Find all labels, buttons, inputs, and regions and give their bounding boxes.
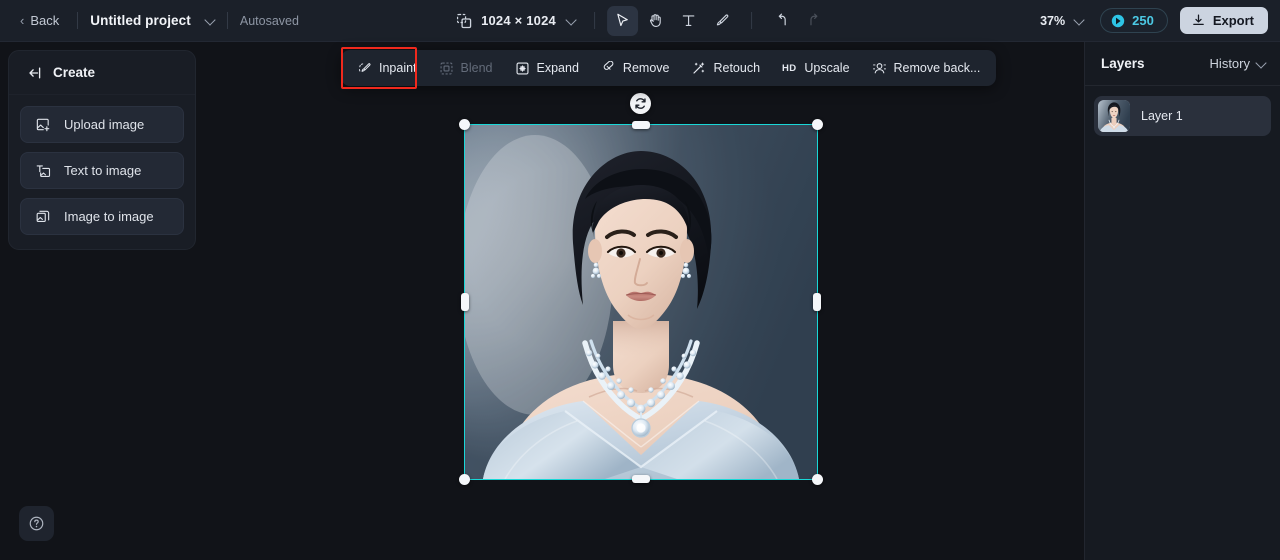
canvas-size-value: 1024 × 1024 — [481, 13, 556, 28]
text-tool-button[interactable] — [673, 6, 704, 36]
inpaint-brush-icon — [357, 61, 372, 76]
app-root: ‹ Back Untitled project Autosaved 1024 ×… — [0, 0, 1280, 560]
divider — [750, 12, 752, 29]
magic-wand-icon — [691, 61, 706, 76]
retouch-button[interactable]: Retouch — [680, 54, 771, 82]
layers-list: Layer 1 — [1085, 86, 1280, 146]
blend-icon — [439, 61, 454, 76]
back-button[interactable]: ‹ Back — [14, 9, 65, 32]
image-actions-toolbar: Inpaint Blend Expand Remove Retouch HD U… — [341, 50, 997, 86]
retouch-label: Retouch — [713, 61, 761, 75]
blend-button[interactable]: Blend — [428, 54, 504, 82]
project-name[interactable]: Untitled project — [90, 13, 191, 28]
remove-background-label: Remove back... — [893, 61, 981, 75]
resize-handle-bottom-right[interactable] — [812, 474, 823, 485]
upload-image-icon — [35, 117, 51, 133]
brush-tool-button[interactable] — [706, 6, 737, 36]
remove-background-icon — [872, 61, 887, 76]
eraser-icon — [601, 60, 616, 76]
resize-handle-top-left[interactable] — [459, 119, 470, 130]
export-label: Export — [1212, 13, 1254, 28]
blend-label: Blend — [460, 61, 493, 75]
credit-coin-icon — [1111, 14, 1125, 28]
resize-handle-left[interactable] — [461, 293, 469, 311]
inpaint-button[interactable]: Inpaint — [346, 54, 428, 82]
text-to-image-icon — [35, 163, 51, 179]
remove-label: Remove — [622, 61, 670, 75]
canvas-size-control[interactable]: 1024 × 1024 — [450, 9, 582, 33]
help-circle-icon — [28, 515, 45, 532]
layer-name: Layer 1 — [1141, 109, 1183, 123]
image-to-image-button[interactable]: Image to image — [20, 198, 184, 235]
chevron-down-icon — [1257, 59, 1266, 68]
image-to-image-icon — [35, 209, 51, 225]
collapse-left-icon[interactable] — [26, 65, 42, 81]
create-panel-title: Create — [53, 65, 96, 80]
resize-handle-top[interactable] — [632, 121, 650, 129]
help-button[interactable] — [19, 506, 54, 541]
image-selection-frame[interactable] — [459, 119, 823, 485]
create-panel: Create Upload image Text to image Image … — [8, 50, 196, 250]
project-menu-button[interactable] — [204, 16, 215, 25]
credits-amount: 250 — [1132, 13, 1154, 28]
history-label: History — [1209, 56, 1250, 71]
header-right-group: 37% 250 Export — [1036, 7, 1268, 34]
expand-label: Expand — [536, 61, 579, 75]
select-tool-button[interactable] — [606, 5, 638, 36]
canvas-image[interactable] — [465, 125, 817, 479]
layers-panel: Layers History Layer 1 — [1084, 42, 1280, 560]
resize-handle-bottom-left[interactable] — [459, 474, 470, 485]
zoom-level: 37% — [1040, 13, 1066, 28]
resize-handle-top-right[interactable] — [812, 119, 823, 130]
chevron-down-icon — [567, 16, 576, 25]
autosave-status: Autosaved — [239, 13, 299, 28]
top-header-bar: ‹ Back Untitled project Autosaved 1024 ×… — [0, 0, 1280, 42]
tool-group — [606, 5, 830, 36]
download-icon — [1191, 13, 1206, 28]
layer-thumbnail — [1098, 100, 1130, 132]
canvas-size-icon — [456, 13, 472, 29]
text-to-image-button[interactable]: Text to image — [20, 152, 184, 189]
zoom-control[interactable]: 37% — [1036, 11, 1088, 31]
hand-tool-button[interactable] — [640, 6, 671, 36]
credits-badge[interactable]: 250 — [1100, 8, 1168, 33]
history-tab[interactable]: History — [1210, 56, 1266, 71]
remove-button[interactable]: Remove — [590, 54, 681, 82]
chevron-down-icon — [206, 16, 215, 25]
divider — [593, 12, 595, 29]
upload-image-button[interactable]: Upload image — [20, 106, 184, 143]
image-to-image-label: Image to image — [64, 209, 154, 224]
layers-panel-title: Layers — [1101, 56, 1145, 71]
back-label: Back — [30, 13, 60, 28]
export-button[interactable]: Export — [1179, 7, 1268, 34]
portrait-illustration — [465, 125, 817, 479]
create-panel-header: Create — [9, 51, 195, 95]
layer-list-item[interactable]: Layer 1 — [1094, 96, 1271, 136]
resize-handle-right[interactable] — [813, 293, 821, 311]
layers-panel-header: Layers History — [1085, 42, 1280, 86]
upscale-button[interactable]: HD Upscale — [771, 54, 861, 82]
chevron-left-icon: ‹ — [20, 13, 25, 28]
expand-icon — [515, 61, 530, 76]
divider — [77, 12, 79, 29]
header-center-group: 1024 × 1024 — [450, 5, 830, 36]
resize-handle-bottom[interactable] — [632, 475, 650, 483]
hd-icon: HD — [782, 62, 797, 74]
divider — [226, 12, 228, 29]
upload-image-label: Upload image — [64, 117, 145, 132]
text-to-image-label: Text to image — [64, 163, 142, 178]
undo-button[interactable] — [766, 6, 797, 36]
rotate-handle[interactable] — [630, 93, 651, 114]
inpaint-label: Inpaint — [379, 61, 417, 75]
remove-background-button[interactable]: Remove back... — [861, 54, 992, 82]
upscale-label: Upscale — [804, 61, 850, 75]
create-panel-body: Upload image Text to image Image to imag… — [9, 95, 195, 249]
chevron-down-icon — [1075, 16, 1084, 25]
redo-button[interactable] — [799, 6, 830, 36]
expand-button[interactable]: Expand — [504, 54, 590, 82]
header-left-group: ‹ Back Untitled project Autosaved — [0, 9, 299, 32]
